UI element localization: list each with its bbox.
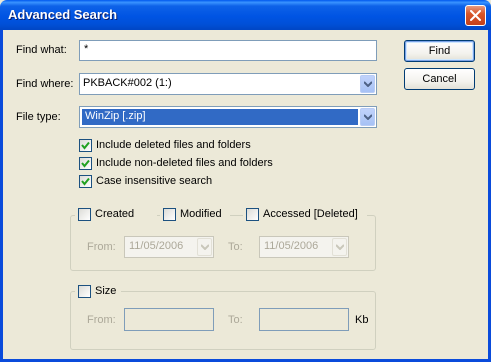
chevron-down-icon <box>336 244 344 250</box>
window-frame-left <box>0 30 3 362</box>
checkbox-box[interactable] <box>246 208 259 221</box>
close-icon <box>470 10 481 21</box>
checkmark-icon <box>81 141 90 150</box>
find-where-label: Find where: <box>16 78 74 90</box>
title-bar[interactable]: Advanced Search <box>0 0 491 30</box>
size-unit-label: Kb <box>355 314 369 326</box>
modified-checkbox[interactable]: Modified <box>160 208 230 222</box>
checkbox-box[interactable] <box>79 175 92 188</box>
find-what-label: Find what: <box>16 44 67 56</box>
size-to-label: To: <box>228 314 243 326</box>
chevron-down-icon <box>201 244 209 250</box>
cancel-button-label: Cancel <box>422 73 457 85</box>
created-label: Created <box>95 208 135 220</box>
checkbox-box[interactable] <box>79 139 92 152</box>
find-where-value: PKBACK#002 (1:) <box>83 77 172 89</box>
find-button[interactable]: Find <box>404 40 475 62</box>
date-to-label: To: <box>228 241 243 253</box>
cancel-button[interactable]: Cancel <box>404 68 475 90</box>
size-from-label: From: <box>87 314 116 326</box>
size-checkbox[interactable]: Size <box>75 285 121 299</box>
date-from-value: 11/05/2006 <box>129 240 184 252</box>
find-where-dropdown-button[interactable] <box>360 75 375 93</box>
file-type-select[interactable]: WinZip [.zip] <box>79 106 377 128</box>
file-type-label: File type: <box>16 111 61 123</box>
date-to-value: 11/05/2006 <box>264 240 319 252</box>
checkbox-box[interactable] <box>78 208 91 221</box>
date-from-dropdown-button[interactable] <box>197 238 212 256</box>
include-deleted-label: Include deleted files and folders <box>96 139 251 151</box>
include-non-deleted-label: Include non-deleted files and folders <box>96 157 273 169</box>
close-button[interactable] <box>465 5 486 26</box>
modified-label: Modified <box>180 208 222 220</box>
checkbox-box[interactable] <box>78 285 91 298</box>
chevron-down-icon <box>364 81 372 87</box>
file-type-dropdown-button[interactable] <box>360 108 375 126</box>
size-label: Size <box>95 285 117 297</box>
find-what-input[interactable]: * <box>79 40 377 61</box>
size-to-input[interactable] <box>259 308 349 331</box>
find-where-select[interactable]: PKBACK#002 (1:) <box>79 73 377 95</box>
size-from-input[interactable] <box>124 308 214 331</box>
checkbox-box[interactable] <box>163 208 176 221</box>
date-from-label: From: <box>87 241 116 253</box>
checkmark-icon <box>81 159 90 168</box>
chevron-down-icon <box>364 114 372 120</box>
case-insensitive-label: Case insensitive search <box>96 175 213 187</box>
checkmark-icon <box>81 177 90 186</box>
advanced-search-dialog: Advanced Search Find what: * Find where:… <box>0 0 491 362</box>
accessed-checkbox[interactable]: Accessed [Deleted] <box>243 208 367 222</box>
accessed-label: Accessed [Deleted] <box>263 208 358 220</box>
created-checkbox[interactable]: Created <box>75 208 157 222</box>
date-from-picker[interactable]: 11/05/2006 <box>124 236 214 258</box>
checkbox-box[interactable] <box>79 157 92 170</box>
date-to-dropdown-button[interactable] <box>332 238 347 256</box>
date-to-picker[interactable]: 11/05/2006 <box>259 236 349 258</box>
find-button-label: Find <box>428 45 451 57</box>
file-type-value: WinZip [.zip] <box>85 110 146 122</box>
window-title: Advanced Search <box>8 7 118 22</box>
